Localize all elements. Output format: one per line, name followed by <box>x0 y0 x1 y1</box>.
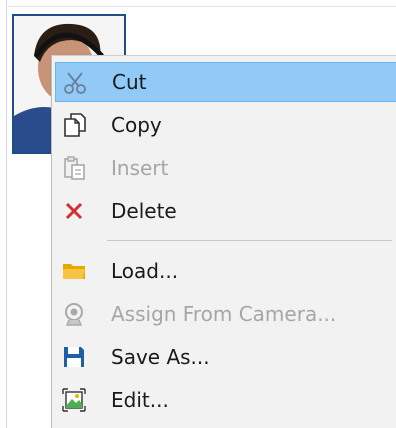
menu-item-label: Cut <box>112 70 147 94</box>
screen: Cut Copy Insert Delete Load... Assign Fr… <box>0 0 396 428</box>
menu-item-label: Load... <box>111 259 179 283</box>
menu-item-cut[interactable]: Cut <box>55 62 396 102</box>
folder-icon <box>59 256 89 286</box>
edit-image-icon <box>59 385 89 415</box>
menu-item-edit[interactable]: Edit... <box>55 380 396 420</box>
paste-icon <box>59 153 89 183</box>
menu-item-copy[interactable]: Copy <box>55 105 396 145</box>
copy-icon <box>59 110 89 140</box>
delete-x-icon <box>59 196 89 226</box>
menu-item-label: Copy <box>111 113 162 137</box>
menu-item-label: Save As... <box>111 345 210 369</box>
context-menu: Cut Copy Insert Delete Load... Assign Fr… <box>51 55 396 428</box>
save-icon <box>59 342 89 372</box>
menu-item-load[interactable]: Load... <box>55 251 396 291</box>
menu-item-label: Edit... <box>111 388 169 412</box>
camera-icon <box>59 299 89 329</box>
panel-border-top <box>6 6 396 7</box>
menu-item-insert: Insert <box>55 148 396 188</box>
menu-item-assign-from-camera: Assign From Camera... <box>55 294 396 334</box>
menu-item-delete[interactable]: Delete <box>55 191 396 231</box>
menu-item-label: Delete <box>111 199 177 223</box>
scissors-icon <box>60 68 90 98</box>
menu-item-label: Insert <box>111 156 169 180</box>
menu-item-label: Assign From Camera... <box>111 302 337 326</box>
menu-separator <box>107 240 392 241</box>
panel-border <box>6 0 7 428</box>
menu-item-save-as[interactable]: Save As... <box>55 337 396 377</box>
